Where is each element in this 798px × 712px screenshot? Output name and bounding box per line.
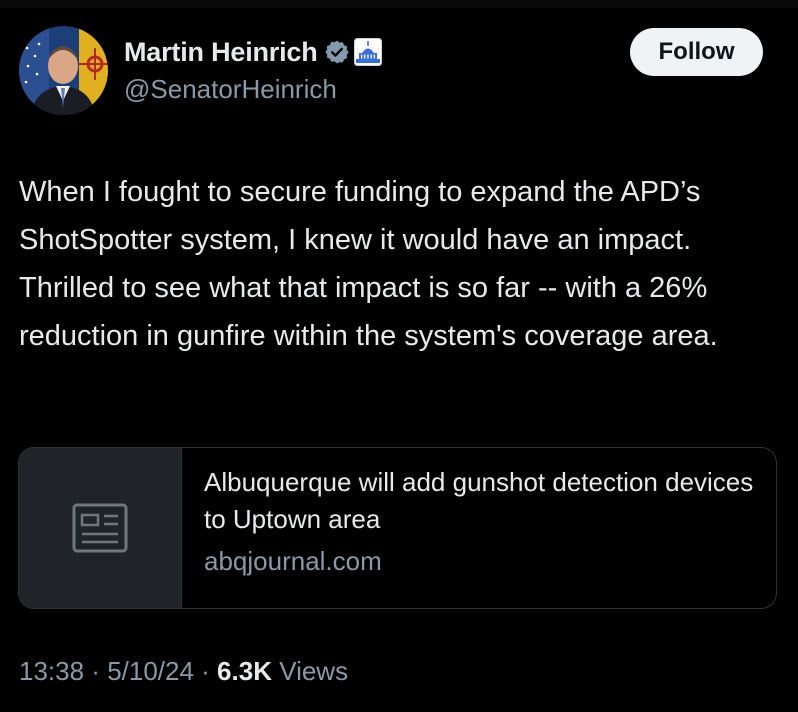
views-label: Views bbox=[271, 656, 349, 686]
tweet-metadata: 13:38 · 5/10/24 · 6.3K Views bbox=[19, 656, 348, 687]
top-divider bbox=[0, 0, 798, 8]
verified-badge-icon[interactable] bbox=[324, 39, 350, 65]
tweet-text: When I fought to secure funding to expan… bbox=[19, 176, 718, 352]
meta-separator: · bbox=[193, 656, 218, 686]
profile-photo bbox=[19, 26, 108, 115]
tweet-time[interactable]: 13:38 bbox=[19, 656, 84, 687]
us-capitol-icon[interactable] bbox=[353, 38, 382, 66]
avatar[interactable] bbox=[19, 26, 108, 115]
meta-separator: · bbox=[84, 656, 108, 686]
link-card[interactable]: Albuquerque will add gunshot detection d… bbox=[18, 447, 777, 609]
tweet-date[interactable]: 5/10/24 bbox=[107, 656, 194, 687]
card-title[interactable]: Albuquerque will add gunshot detection d… bbox=[204, 464, 764, 538]
author-name[interactable]: Martin Heinrich bbox=[124, 37, 318, 68]
views-count[interactable]: 6.3K bbox=[217, 656, 272, 687]
card-domain: abqjournal.com bbox=[204, 546, 382, 576]
follow-button[interactable]: Follow bbox=[630, 28, 763, 76]
news-article-icon bbox=[72, 503, 128, 553]
author-handle[interactable]: @SenatorHeinrich bbox=[124, 74, 337, 105]
card-thumbnail bbox=[19, 448, 182, 608]
